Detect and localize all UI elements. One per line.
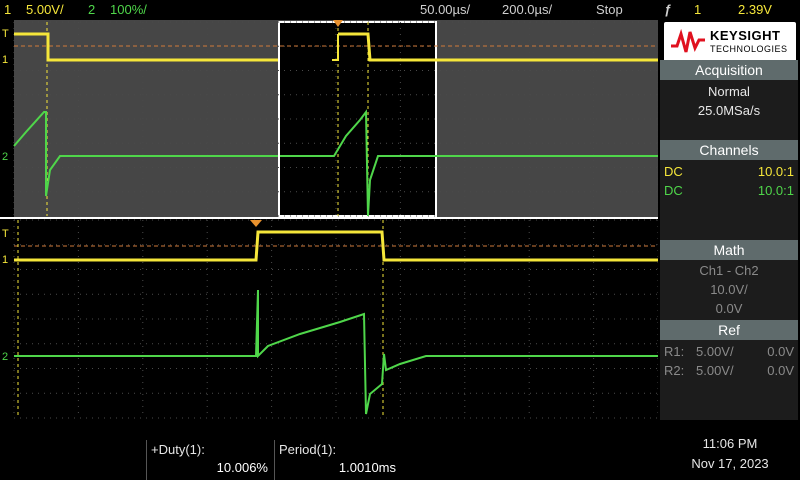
brand-sub: TECHNOLOGIES (710, 44, 788, 54)
time-scale[interactable]: 200.0µs/ (502, 2, 552, 17)
trigger-level-marker-top: T (2, 28, 9, 40)
channels-body: DC 10.0:1 DC 10.0:1 (660, 160, 798, 240)
trigger-marker-zoom[interactable] (250, 220, 262, 227)
ch2-marker-zoom: 2 (2, 351, 8, 363)
trigger-level-marker-zoom: T (2, 228, 9, 240)
ch2-number[interactable]: 2 (88, 2, 95, 17)
ref2-offset: 0.0V (767, 363, 794, 378)
duty-value: 10.006% (216, 460, 268, 475)
run-state[interactable]: Stop (596, 2, 623, 17)
ref1-scale: 5.00V/ (696, 344, 734, 359)
period-name: Period(1): (279, 442, 337, 457)
ref-body: R1: 5.00V/ 0.0V R2: 5.00V/ 0.0V (660, 340, 798, 420)
math-offset: 0.0V (715, 301, 743, 316)
brand-logo: KEYSIGHT TECHNOLOGIES (664, 22, 796, 62)
ch2-marker-top: 2 (2, 151, 8, 163)
ch1-marker-zoom: 1 (2, 254, 8, 266)
math-header[interactable]: Math (660, 240, 798, 260)
ch2-scale[interactable]: 100%/ (110, 2, 147, 17)
brand-name: KEYSIGHT (710, 28, 781, 43)
side-panel: KEYSIGHT TECHNOLOGIES Acquisition Normal… (658, 20, 800, 420)
math-function: Ch1 - Ch2 (699, 263, 759, 278)
period-value: 1.0010ms (338, 460, 396, 475)
ref1-offset: 0.0V (767, 344, 794, 359)
channels-header[interactable]: Channels (660, 140, 798, 160)
clock: 11:06 PM Nov 17, 2023 (660, 434, 800, 474)
ch2-probe: 10.0:1 (757, 183, 794, 198)
measurement-bar: +Duty(1): 10.006% Period(1): 1.0010ms 11… (0, 420, 800, 480)
trigger-source[interactable]: 1 (694, 2, 701, 17)
clock-time: 11:06 PM (702, 436, 758, 451)
ch1-scale[interactable]: 5.00V/ (26, 2, 64, 17)
time-offset[interactable]: 50.00µs/ (420, 2, 470, 17)
duty-name: +Duty(1): (151, 442, 205, 457)
ref1-label: R1: (664, 344, 685, 359)
ref2-label: R2: (664, 363, 685, 378)
channel-markers[interactable]: T 1 2 T 1 2 (2, 28, 9, 363)
acquisition-body: Normal 25.0MSa/s (660, 80, 798, 140)
status-bar: 1 5.00V/ 2 100%/ 50.00µs/ 200.0µs/ Stop … (0, 0, 800, 20)
trigger-level[interactable]: 2.39V (738, 2, 772, 17)
math-scale: 10.0V/ (710, 282, 748, 297)
channel-row-1[interactable]: DC 10.0:1 (660, 162, 798, 181)
channel-row-2[interactable]: DC 10.0:1 (660, 181, 798, 200)
acquisition-rate: 25.0MSa/s (697, 103, 761, 118)
trigger-edge-icon: ƒ (664, 2, 672, 17)
waveform-canvas: T 1 2 T 1 2 (0, 20, 658, 419)
measurement-duty[interactable]: +Duty(1): 10.006% (146, 440, 274, 480)
ref-header[interactable]: Ref (660, 320, 798, 340)
math-body: Ch1 - Ch2 10.0V/ 0.0V (660, 260, 798, 320)
ref2-scale: 5.00V/ (696, 363, 734, 378)
waveform-display[interactable]: T 1 2 T 1 2 (0, 20, 658, 420)
acquisition-mode: Normal (708, 84, 750, 99)
ref-row-1[interactable]: R1: 5.00V/ 0.0V (660, 342, 798, 361)
acquisition-header[interactable]: Acquisition (660, 60, 798, 80)
ch1-marker-top: 1 (2, 54, 8, 66)
ch2-coupling: DC (664, 183, 683, 198)
ch1-coupling: DC (664, 164, 683, 179)
clock-date: Nov 17, 2023 (691, 456, 769, 471)
ch1-number[interactable]: 1 (4, 2, 11, 17)
ref-row-2[interactable]: R2: 5.00V/ 0.0V (660, 361, 798, 380)
ch1-probe: 10.0:1 (757, 164, 794, 179)
keysight-wave-icon (671, 28, 705, 53)
zoom-window-grid (13, 219, 658, 419)
measurement-period[interactable]: Period(1): 1.0010ms (274, 440, 402, 480)
